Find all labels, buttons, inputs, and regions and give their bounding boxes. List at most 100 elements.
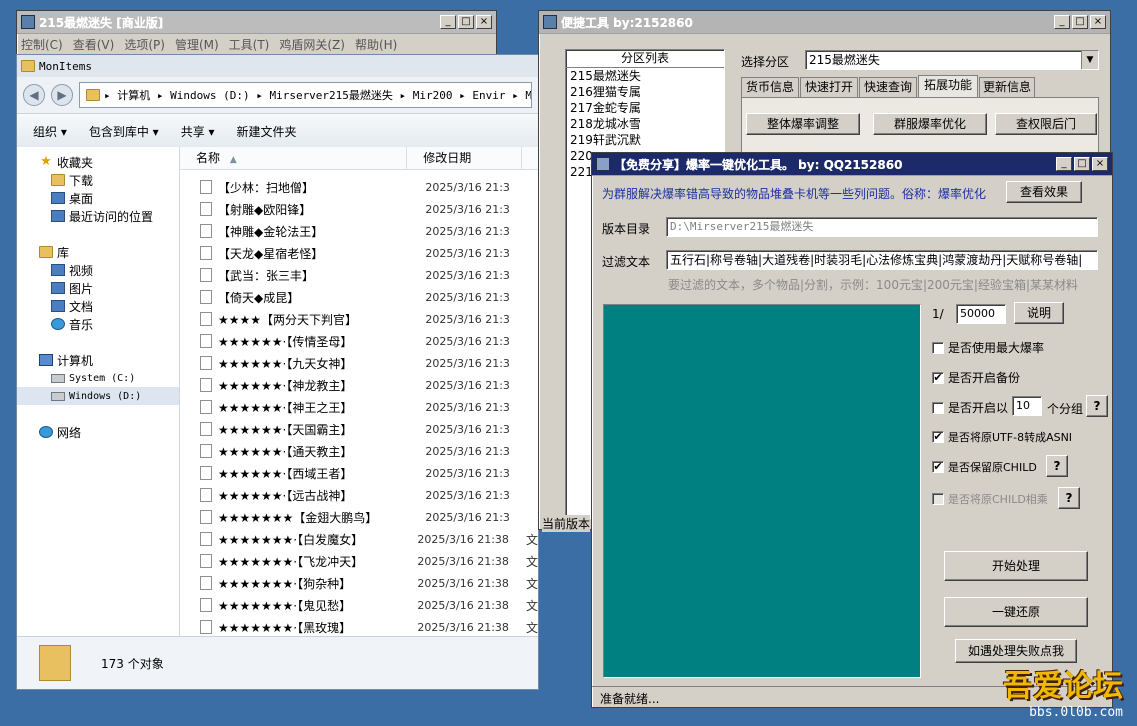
file-row[interactable]: ★★★★★★·【神王之王】 2025/3/16 21:3 <box>180 396 538 418</box>
close-button[interactable]: × <box>1090 15 1106 29</box>
minimize-button[interactable]: _ <box>1054 15 1070 29</box>
partition-list-item[interactable]: 216狸猫专属 <box>570 84 724 100</box>
nav-drive-d[interactable]: Windows (D:) <box>17 387 179 405</box>
help-grouping-button[interactable]: ? <box>1086 395 1108 417</box>
close-button[interactable]: × <box>476 15 492 29</box>
nav-libraries[interactable]: 库 <box>17 243 179 261</box>
file-row[interactable]: ★★★★★★·【远古战神】 2025/3/16 21:3 <box>180 484 538 506</box>
chevron-down-icon[interactable]: ▼ <box>1081 51 1098 69</box>
partition-list-item[interactable]: 215最燃迷失 <box>570 68 724 84</box>
nav-downloads[interactable]: 下载 <box>17 171 179 189</box>
checkbox-box[interactable] <box>932 341 944 354</box>
file-row[interactable]: ★★★★★★·【神龙教主】 2025/3/16 21:3 <box>180 374 538 396</box>
file-row[interactable]: ★★★★★★★·【狗杂种】 2025/3/16 21:38 文 <box>180 572 538 594</box>
explain-button[interactable]: 说明 <box>1014 302 1064 324</box>
group-rate-button[interactable]: 群服爆率优化 <box>873 113 987 135</box>
output-console[interactable] <box>603 304 921 678</box>
menu-manage[interactable]: 管理(M) <box>175 36 219 53</box>
include-in-library-button[interactable]: 包含到库中 ▾ <box>89 123 159 140</box>
file-row[interactable]: ★★★★★★★·【黑玫瑰】 2025/3/16 21:38 文 <box>180 616 538 637</box>
menu-view[interactable]: 查看(V) <box>73 36 115 53</box>
forward-arrow-icon[interactable]: ▶ <box>51 84 73 106</box>
tab-quick-open[interactable]: 快速打开 <box>800 77 858 97</box>
checkbox-utf8[interactable]: ✔ 是否将原UTF-8转成ASNI <box>932 429 1072 445</box>
file-row[interactable]: ★★★★★★★【金翅大鹏鸟】 2025/3/16 21:3 <box>180 506 538 528</box>
checkmark-icon[interactable]: ✔ <box>932 371 944 384</box>
file-row[interactable]: 【天龙◆星宿老怪】 2025/3/16 21:3 <box>180 242 538 264</box>
partition-select[interactable]: 215最燃迷失 ▼ <box>805 50 1099 70</box>
explorer-titlebar[interactable]: MonItems <box>17 55 538 77</box>
file-row[interactable]: 【神雕◆金轮法王】 2025/3/16 21:3 <box>180 220 538 242</box>
filter-text-input[interactable]: 五行石|称号卷轴|大道残卷|时装羽毛|心法修炼宝典|鸿蒙渡劫丹|天赋称号卷轴| <box>666 250 1098 270</box>
tab-currency[interactable]: 货币信息 <box>741 77 799 97</box>
checkbox-box[interactable] <box>932 401 944 414</box>
version-dir-input[interactable]: D:\Mirserver215最燃迷失 <box>666 217 1098 237</box>
menu-gateway[interactable]: 鸡盾网关(Z) <box>279 36 345 53</box>
tool-titlebar[interactable]: 便捷工具 by:2152860 _ □ × <box>539 11 1110 34</box>
file-row[interactable]: ★★★★★★·【天国霸主】 2025/3/16 21:3 <box>180 418 538 440</box>
new-folder-button[interactable]: 新建文件夹 <box>237 123 297 140</box>
ratio-input[interactable]: 50000 <box>956 304 1006 324</box>
file-row[interactable]: ★★★★★★★·【飞龙冲天】 2025/3/16 21:38 文 <box>180 550 538 572</box>
file-row[interactable]: ★★★★【两分天下判官】 2025/3/16 21:3 <box>180 308 538 330</box>
nav-favorites[interactable]: ★ 收藏夹 <box>17 153 179 171</box>
close-button[interactable]: × <box>1092 157 1108 171</box>
file-row[interactable]: 【倚天◆成昆】 2025/3/16 21:3 <box>180 286 538 308</box>
nav-music[interactable]: 音乐 <box>17 315 179 333</box>
organize-button[interactable]: 组织 ▾ <box>33 123 67 140</box>
column-name[interactable]: 名称 ▲ <box>180 147 408 169</box>
main-app-titlebar[interactable]: 215最燃迷失 [商业版] _ □ × <box>17 11 496 34</box>
checkbox-grouping[interactable]: 是否开启以 <box>932 399 1008 416</box>
view-effect-button[interactable]: 查看效果 <box>1006 181 1082 203</box>
partition-list-item[interactable]: 217金蛇专属 <box>570 100 724 116</box>
nav-pictures[interactable]: 图片 <box>17 279 179 297</box>
nav-drive-c[interactable]: System (C:) <box>17 369 179 387</box>
checkmark-icon[interactable]: ✔ <box>932 431 944 443</box>
checkmark-icon[interactable]: ✔ <box>932 461 944 473</box>
back-arrow-icon[interactable]: ◀ <box>23 84 45 106</box>
maximize-button[interactable]: □ <box>458 15 474 29</box>
failure-help-button[interactable]: 如遇处理失败点我 <box>955 639 1077 663</box>
menu-tools[interactable]: 工具(T) <box>229 36 270 53</box>
minimize-button[interactable]: _ <box>1056 157 1072 171</box>
file-row[interactable]: 【少林：扫地僧】 2025/3/16 21:3 <box>180 176 538 198</box>
share-button[interactable]: 共享 ▾ <box>181 123 215 140</box>
tab-update[interactable]: 更新信息 <box>979 77 1035 97</box>
file-row[interactable]: 【射雕◆欧阳锋】 2025/3/16 21:3 <box>180 198 538 220</box>
maximize-button[interactable]: □ <box>1072 15 1088 29</box>
checkbox-backup[interactable]: ✔ 是否开启备份 <box>932 369 1020 386</box>
nav-recent[interactable]: 最近访问的位置 <box>17 207 179 225</box>
file-row[interactable]: ★★★★★★★·【鬼见愁】 2025/3/16 21:38 文 <box>180 594 538 616</box>
checkbox-max-rate[interactable]: 是否使用最大爆率 <box>932 339 1044 356</box>
nav-computer[interactable]: 计算机 <box>17 351 179 369</box>
tab-quick-query[interactable]: 快速查询 <box>859 77 917 97</box>
menu-help[interactable]: 帮助(H) <box>355 36 397 53</box>
restore-button[interactable]: 一键还原 <box>944 597 1088 627</box>
check-backdoor-button[interactable]: 查权限后门 <box>995 113 1097 135</box>
optimizer-titlebar[interactable]: 【免费分享】爆率一键优化工具。 by: QQ2152860 _ □ × <box>592 153 1112 176</box>
partition-list-item[interactable]: 219轩武沉默 <box>570 132 724 148</box>
maximize-button[interactable]: □ <box>1074 157 1090 171</box>
nav-documents[interactable]: 文档 <box>17 297 179 315</box>
file-row[interactable]: ★★★★★★·【通天教主】 2025/3/16 21:3 <box>180 440 538 462</box>
menu-options[interactable]: 选项(P) <box>124 36 165 53</box>
minimize-button[interactable]: _ <box>440 15 456 29</box>
help-child-button[interactable]: ? <box>1046 455 1068 477</box>
address-bar[interactable]: ▸ 计算机 ▸ Windows (D:) ▸ Mirserver215最燃迷失 … <box>79 82 532 108</box>
nav-network[interactable]: 网络 <box>17 423 179 441</box>
nav-videos[interactable]: 视频 <box>17 261 179 279</box>
file-row[interactable]: ★★★★★★★·【白发魔女】 2025/3/16 21:38 文 <box>180 528 538 550</box>
file-row[interactable]: ★★★★★★·【西域王者】 2025/3/16 21:3 <box>180 462 538 484</box>
column-type[interactable] <box>522 147 538 169</box>
file-row[interactable]: ★★★★★★·【传情圣母】 2025/3/16 21:3 <box>180 330 538 352</box>
start-process-button[interactable]: 开始处理 <box>944 551 1088 581</box>
file-row[interactable]: ★★★★★★·【九天女神】 2025/3/16 21:3 <box>180 352 538 374</box>
overall-rate-button[interactable]: 整体爆率调整 <box>746 113 860 135</box>
partition-list-item[interactable]: 218龙城冰雪 <box>570 116 724 132</box>
tab-extend[interactable]: 拓展功能 <box>918 75 978 97</box>
help-multiply-button[interactable]: ? <box>1058 487 1080 509</box>
menu-control[interactable]: 控制(C) <box>21 36 63 53</box>
checkbox-keep-child[interactable]: ✔ 是否保留原CHILD <box>932 459 1037 475</box>
column-date[interactable]: 修改日期 <box>407 147 522 169</box>
file-row[interactable]: 【武当：张三丰】 2025/3/16 21:3 <box>180 264 538 286</box>
